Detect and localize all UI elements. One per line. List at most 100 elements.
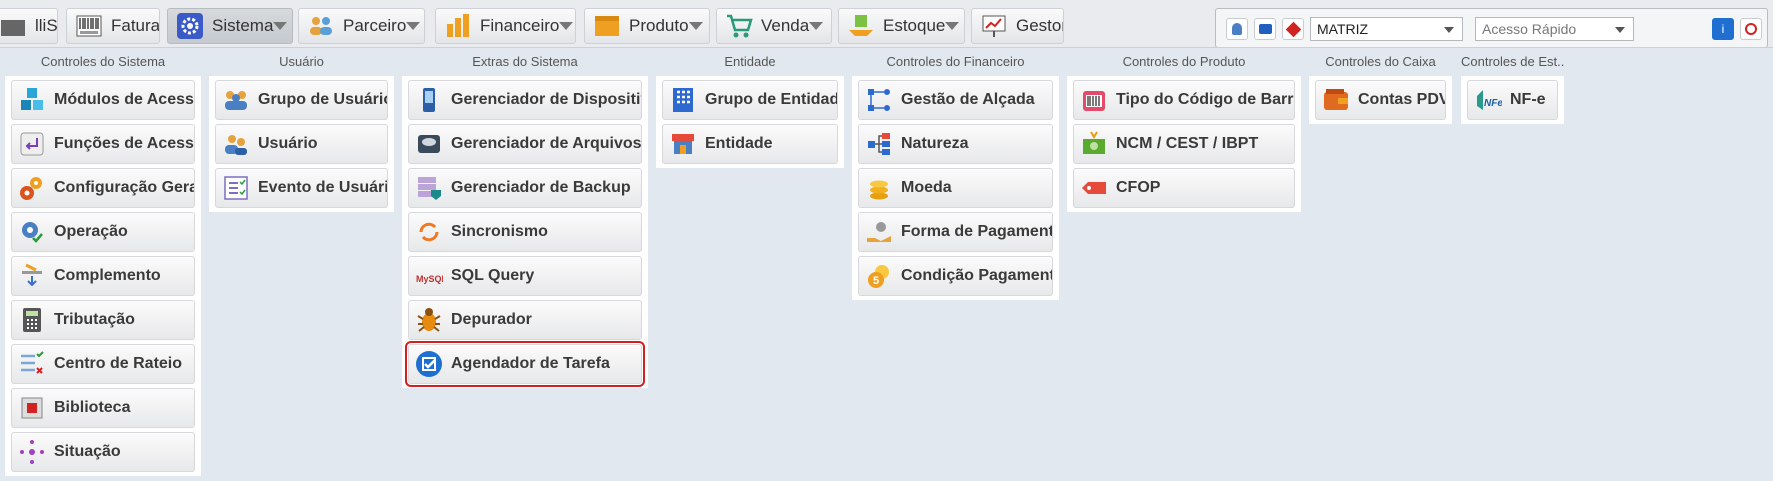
column-box: Gestão de Alçada Natureza Moeda Forma de Pa…	[852, 76, 1059, 300]
menu-item-label: Agendador de Tarefa	[451, 355, 610, 372]
column-title: Entidade	[724, 54, 776, 69]
power-button[interactable]	[1740, 18, 1762, 40]
menu-item[interactable]: Módulos de Acesso	[11, 80, 195, 120]
user-group-icon	[222, 86, 250, 114]
tab-label: Estoque	[883, 16, 946, 35]
system-menu-panel: Controles do Sistema Módulos de Acesso Fun…	[0, 47, 1773, 481]
menu-item[interactable]: Natureza	[858, 124, 1053, 164]
column-box: Gerenciador de Dispositivo Gerenciador de…	[402, 76, 648, 388]
alert-button[interactable]	[1282, 18, 1304, 40]
menu-item[interactable]: Situação	[11, 432, 195, 472]
tab-gestor[interactable]: Gestor	[971, 8, 1064, 44]
menu-item[interactable]: Sincronismo	[408, 212, 642, 252]
user-profile-button[interactable]	[1226, 18, 1248, 40]
menu-item[interactable]: Grupo de Usuário	[215, 80, 388, 120]
modules-cubes-icon	[18, 86, 46, 114]
menu-item-label: Natureza	[901, 135, 969, 152]
menu-item[interactable]: Agendador de Tarefa	[405, 341, 645, 387]
chevron-down-icon	[1444, 27, 1454, 33]
menu-item[interactable]: Biblioteca	[11, 388, 195, 428]
column-title: Controles do Financeiro	[886, 54, 1025, 69]
tab-fatura[interactable]: Fatura	[66, 8, 160, 44]
tab-estoque[interactable]: Estoque	[838, 8, 965, 44]
chat-button[interactable]	[1254, 18, 1276, 40]
tab-label: Parceiro	[343, 16, 407, 35]
chevron-down-icon	[809, 22, 824, 30]
sync-icon	[415, 218, 443, 246]
menu-item[interactable]: Gerenciador de Dispositivo	[408, 80, 642, 120]
menu-item-label: Forma de Pagamento	[901, 223, 1053, 240]
checklist-icon	[18, 350, 46, 378]
tab-financeiro[interactable]: Financeiro	[435, 8, 576, 44]
menu-item-label: Condição Pagamento	[901, 267, 1053, 284]
quick-access-select[interactable]: Acesso Rápido	[1475, 17, 1634, 41]
svg-text:MySQL: MySQL	[416, 274, 443, 284]
coins-five-icon: 5	[865, 262, 893, 290]
menu-item[interactable]: Evento de Usuário	[215, 168, 388, 208]
chevron-down-icon	[406, 22, 421, 30]
mysql-icon: MySQL	[415, 262, 443, 290]
company-select[interactable]: MATRIZ	[1310, 17, 1463, 41]
bar-chart-icon	[444, 12, 472, 40]
menu-item[interactable]: Operação	[11, 212, 195, 252]
menu-item-label: Depurador	[451, 311, 532, 328]
menu-item-label: NCM / CEST / IBPT	[1116, 135, 1259, 152]
tab-parceiro[interactable]: Parceiro	[298, 8, 425, 44]
tab-store[interactable]: lliStore	[0, 8, 58, 44]
chevron-down-icon	[1615, 27, 1625, 33]
info-button[interactable]: i	[1712, 18, 1734, 40]
tab-label: Gestor	[1016, 16, 1064, 35]
menu-item[interactable]: Complemento	[11, 256, 195, 296]
menu-item-label: SQL Query	[451, 267, 535, 284]
tab-produto[interactable]: Produto	[584, 8, 710, 44]
calculator-icon	[18, 306, 46, 334]
enter-key-icon	[18, 130, 46, 158]
column-title: Controles do Caixa	[1325, 54, 1436, 69]
store-icon	[0, 12, 27, 40]
menu-item[interactable]: Tributação	[11, 300, 195, 340]
tab-sistema[interactable]: Sistema	[167, 8, 293, 44]
menu-item[interactable]: Moeda	[858, 168, 1053, 208]
menu-item[interactable]: NFe NF-e	[1467, 80, 1558, 120]
tab-venda[interactable]: Venda	[716, 8, 832, 44]
column-box: Grupo de Usuário Usuário Evento de Usuário	[209, 76, 394, 212]
menu-item[interactable]: Gerenciador de Arquivos	[408, 124, 642, 164]
menu-item[interactable]: MySQL SQL Query	[408, 256, 642, 296]
menu-item[interactable]: Contas PDV	[1315, 80, 1446, 120]
menu-item-label: Configuração Geral	[54, 179, 195, 196]
tab-label: Fatura	[111, 16, 160, 35]
menu-column: Controles do Produto Tipo do Código de Ba…	[1067, 48, 1301, 212]
checkbox-task-icon	[415, 350, 443, 378]
menu-item[interactable]: Entidade	[662, 124, 838, 164]
menu-item-label: Usuário	[258, 135, 318, 152]
menu-item[interactable]: Gerenciador de Backup	[408, 168, 642, 208]
menu-item[interactable]: CFOP	[1073, 168, 1295, 208]
menu-item-label: Contas PDV	[1358, 91, 1446, 108]
chat-icon	[1258, 24, 1272, 34]
column-box: Tipo do Código de Barras NCM / CEST / IBP…	[1067, 76, 1301, 212]
menu-item[interactable]: 5 Condição Pagamento	[858, 256, 1053, 296]
users-icon	[222, 130, 250, 158]
menu-column: Controles do Caixa Contas PDV	[1309, 48, 1452, 124]
user-icon	[1232, 23, 1242, 35]
menu-item[interactable]: Usuário	[215, 124, 388, 164]
menu-item-label: Complemento	[54, 267, 161, 284]
menu-item[interactable]: Centro de Rateio	[11, 344, 195, 384]
menu-item-label: Evento de Usuário	[258, 179, 388, 196]
menu-item[interactable]: Grupo de Entidade	[662, 80, 838, 120]
menu-item[interactable]: NCM / CEST / IBPT	[1073, 124, 1295, 164]
people-icon	[307, 12, 335, 40]
column-title: Controles de Est...	[1461, 54, 1564, 69]
menu-item[interactable]: Gestão de Alçada	[858, 80, 1053, 120]
menu-item[interactable]: Tipo do Código de Barras	[1073, 80, 1295, 120]
gear-check-icon	[18, 218, 46, 246]
menu-item[interactable]: Forma de Pagamento	[858, 212, 1053, 252]
menu-item[interactable]: Funções de Acesso	[11, 124, 195, 164]
menu-column: Controles do Financeiro Gestão de Alçada N…	[852, 48, 1059, 300]
menu-item[interactable]: Depurador	[408, 300, 642, 340]
menu-item[interactable]: Configuração Geral	[11, 168, 195, 208]
column-box: Módulos de Acesso Funções de Acesso Config…	[5, 76, 201, 476]
barcode-boleto-icon	[75, 12, 103, 40]
menu-item-label: Gerenciador de Arquivos	[451, 135, 642, 152]
menu-item-label: Centro de Rateio	[54, 355, 183, 372]
